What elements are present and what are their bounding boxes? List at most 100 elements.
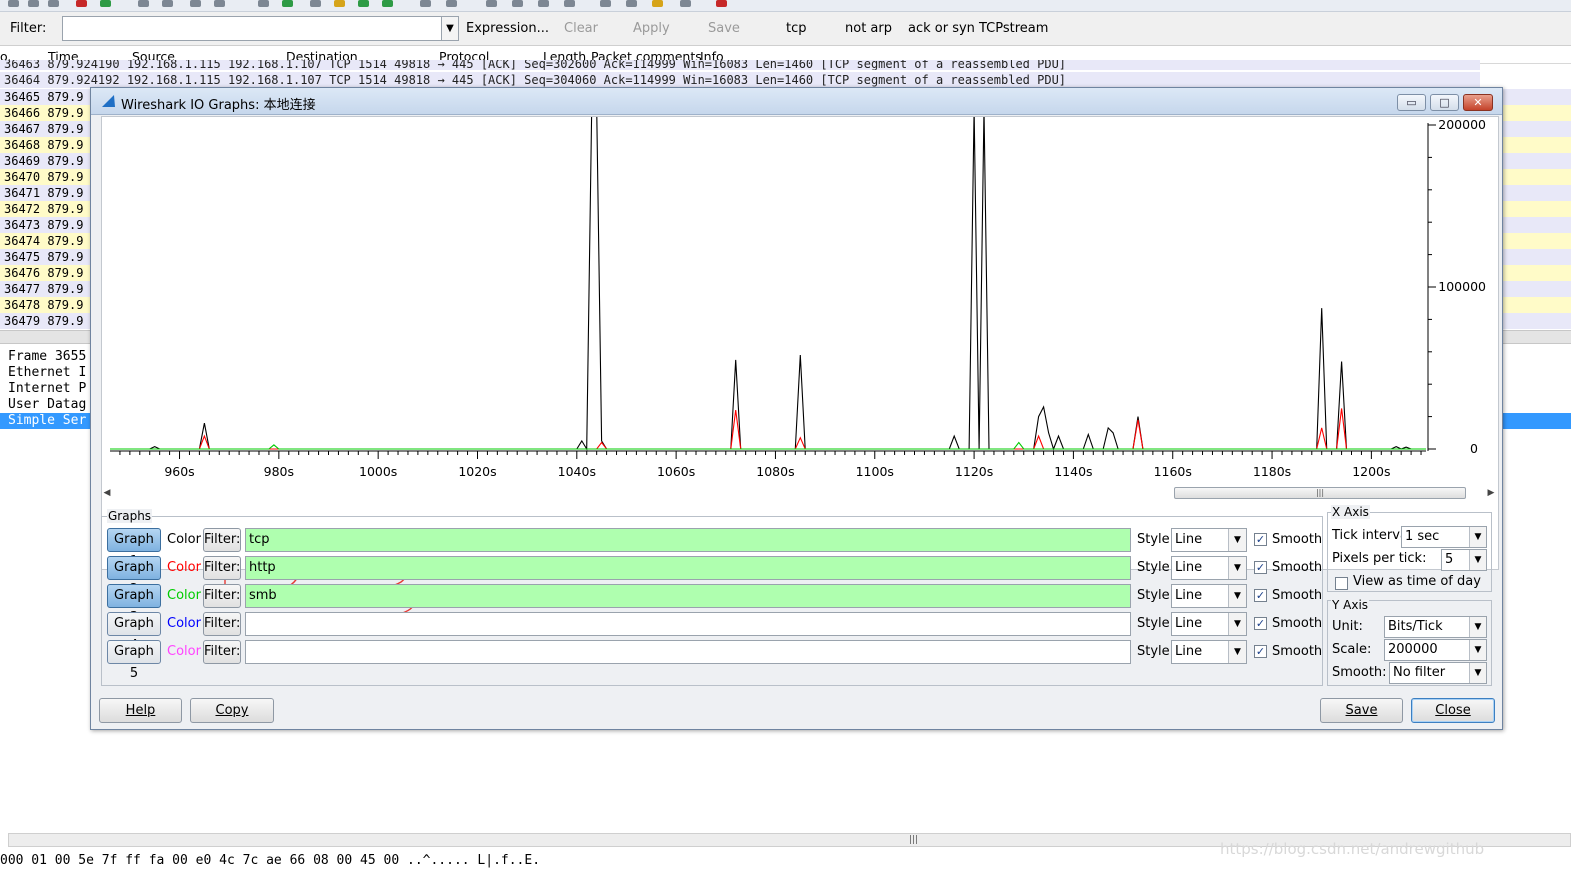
scroll-left-arrow[interactable]: ◀ (101, 485, 113, 501)
graph-4-filter-input[interactable] (245, 612, 1131, 636)
packet-row[interactable]: 36471 879.9 (0, 185, 90, 201)
restart-icon[interactable] (100, 0, 111, 7)
filter-shortcut-tcp[interactable]: tcp (786, 21, 807, 36)
unit-select[interactable]: Bits/Tick ▼ (1384, 616, 1487, 638)
filter-shortcut-not-arp[interactable]: not arp (845, 21, 892, 36)
packet-row[interactable]: 36465 879.9 (0, 89, 90, 105)
stop-icon[interactable] (76, 0, 87, 7)
close-button[interactable]: Close (1411, 698, 1495, 723)
packet-row[interactable]: 36469 879.9 (0, 153, 90, 169)
close-window-button[interactable]: ✕ (1463, 94, 1493, 111)
detail-frame[interactable]: Frame 3655 (0, 349, 92, 365)
detail-simple-service[interactable]: Simple Ser (0, 413, 92, 429)
detail-ethernet[interactable]: Ethernet I (0, 365, 92, 381)
minimize-button[interactable]: ▭ (1397, 94, 1426, 111)
toolbar-icon[interactable] (600, 0, 611, 7)
toolbar-icon[interactable] (626, 0, 637, 7)
toolbar-icon[interactable] (48, 0, 59, 7)
graph-2-filter-button[interactable]: Filter: (203, 556, 241, 580)
graph-1-filter-button[interactable]: Filter: (203, 528, 241, 552)
packet-row[interactable]: 36477 879.9 (0, 281, 90, 297)
copy-button[interactable]: Copy (190, 698, 274, 723)
dialog-title-bar[interactable]: Wireshark IO Graphs: 本地连接 ▭ □ ✕ (91, 88, 1502, 115)
scale-select[interactable]: 200000 ▼ (1384, 639, 1487, 661)
graph-3-filter-input[interactable]: smb (245, 584, 1131, 608)
graph-5-smooth-checkbox[interactable]: ✓ (1254, 645, 1267, 658)
zoom-in-icon[interactable] (486, 0, 497, 7)
scroll-thumb[interactable]: ||| (1174, 487, 1466, 499)
graph-5-toggle-button[interactable]: Graph 5 (107, 640, 161, 681)
graph-2-smooth-checkbox[interactable]: ✓ (1254, 561, 1267, 574)
graph-3-smooth-checkbox[interactable]: ✓ (1254, 589, 1267, 602)
zoom-reset-icon[interactable] (538, 0, 549, 7)
graph-5-filter-input[interactable] (245, 640, 1131, 664)
toolbar-icon[interactable] (358, 0, 369, 7)
time-of-day-checkbox[interactable] (1335, 577, 1348, 590)
filter-shortcut-tcpstream[interactable]: TCPstream (979, 21, 1048, 36)
filter-shortcut-ack-or-syn[interactable]: ack or syn (908, 21, 975, 36)
packet-row[interactable]: 36479 879.9 (0, 313, 90, 329)
pixels-per-tick-select[interactable]: 5 ▼ (1441, 549, 1487, 571)
toolbar-icon[interactable] (420, 0, 431, 7)
packet-row[interactable]: 36467 879.9 (0, 121, 90, 137)
io-graph-plot[interactable]: 960s 980s 1000s 1020s 1040s 1060s 1080s 1100s 11… (101, 116, 1499, 570)
help-button[interactable]: Help (99, 698, 182, 723)
display-filter-input[interactable] (62, 16, 442, 41)
graph-4-filter-button[interactable]: Filter: (203, 612, 241, 636)
graph-2-filter-input[interactable]: http (245, 556, 1131, 580)
detail-internet-protocol[interactable]: Internet P (0, 381, 92, 397)
graph-3-toggle-button[interactable]: Graph 3 (107, 584, 161, 625)
toolbar-icon[interactable] (258, 0, 269, 7)
toolbar-icon[interactable] (138, 0, 149, 7)
graph-4-smooth-checkbox[interactable]: ✓ (1254, 617, 1267, 630)
toolbar-icon[interactable] (334, 0, 345, 7)
resize-columns-icon[interactable] (564, 0, 575, 7)
filter-dropdown-button[interactable]: ▼ (441, 16, 459, 41)
zoom-out-icon[interactable] (512, 0, 523, 7)
graph-4-style-select[interactable]: Line ▼ (1171, 612, 1247, 636)
graph-1-style-select[interactable]: Line ▼ (1171, 528, 1247, 552)
y-smooth-select[interactable]: No filter ▼ (1389, 662, 1487, 684)
graph-2-toggle-button[interactable]: Graph 2 (107, 556, 161, 597)
graph-5-style-select[interactable]: Line ▼ (1171, 640, 1247, 664)
packet-row[interactable]: 36472 879.9 (0, 201, 90, 217)
packet-row[interactable]: 36476 879.9 (0, 265, 90, 281)
graph-1-smooth-checkbox[interactable]: ✓ (1254, 533, 1267, 546)
graph-3-style-select[interactable]: Line ▼ (1171, 584, 1247, 608)
toolbar-icon[interactable] (28, 0, 39, 7)
graph-4-toggle-button[interactable]: Graph 4 (107, 612, 161, 653)
graph-2-style-select[interactable]: Line ▼ (1171, 556, 1247, 580)
graph-5-filter-button[interactable]: Filter: (203, 640, 241, 664)
toolbar-icon[interactable] (680, 0, 691, 7)
graph-3-filter-button[interactable]: Filter: (203, 584, 241, 608)
packet-row[interactable]: 36466 879.9 (0, 105, 90, 121)
packet-row[interactable]: 36478 879.9 (0, 297, 90, 313)
apply-button[interactable]: Apply (633, 21, 670, 36)
packet-row[interactable]: 36474 879.9 (0, 233, 90, 249)
toolbar-icon[interactable] (190, 0, 201, 7)
graph-1-filter-input[interactable]: tcp (245, 528, 1131, 552)
toolbar-icon[interactable] (310, 0, 321, 7)
packet-row[interactable]: 36475 879.9 (0, 249, 90, 265)
scroll-right-arrow[interactable]: ▶ (1485, 485, 1497, 501)
packet-row[interactable]: 36468 879.9 (0, 137, 90, 153)
toolbar-icon[interactable] (8, 0, 19, 7)
packet-row[interactable]: 36463 879.924190 192.168.1.115 192.168.1… (0, 60, 1480, 70)
toolbar-icon[interactable] (652, 0, 663, 7)
save-button[interactable]: Save (1320, 698, 1403, 723)
toolbar-icon[interactable] (214, 0, 225, 7)
expression-button[interactable]: Expression... (466, 21, 549, 36)
packet-row[interactable]: 36473 879.9 (0, 217, 90, 233)
maximize-button[interactable]: □ (1430, 94, 1459, 111)
graph-1-toggle-button[interactable]: Graph 1 (107, 528, 161, 569)
packet-row[interactable]: 36464 879.924192 192.168.1.115 192.168.1… (0, 72, 1480, 88)
toolbar-icon[interactable] (716, 0, 727, 7)
save-filter-button[interactable]: Save (708, 21, 740, 36)
graph-horizontal-scrollbar[interactable]: ◀ ||| ▶ (101, 485, 1499, 501)
tick-interval-select[interactable]: 1 sec ▼ (1401, 526, 1487, 548)
toolbar-icon[interactable] (446, 0, 457, 7)
toolbar-icon[interactable] (162, 0, 173, 7)
clear-button[interactable]: Clear (564, 21, 598, 36)
toolbar-icon[interactable] (382, 0, 393, 7)
detail-user-datagram[interactable]: User Datag (0, 397, 92, 413)
